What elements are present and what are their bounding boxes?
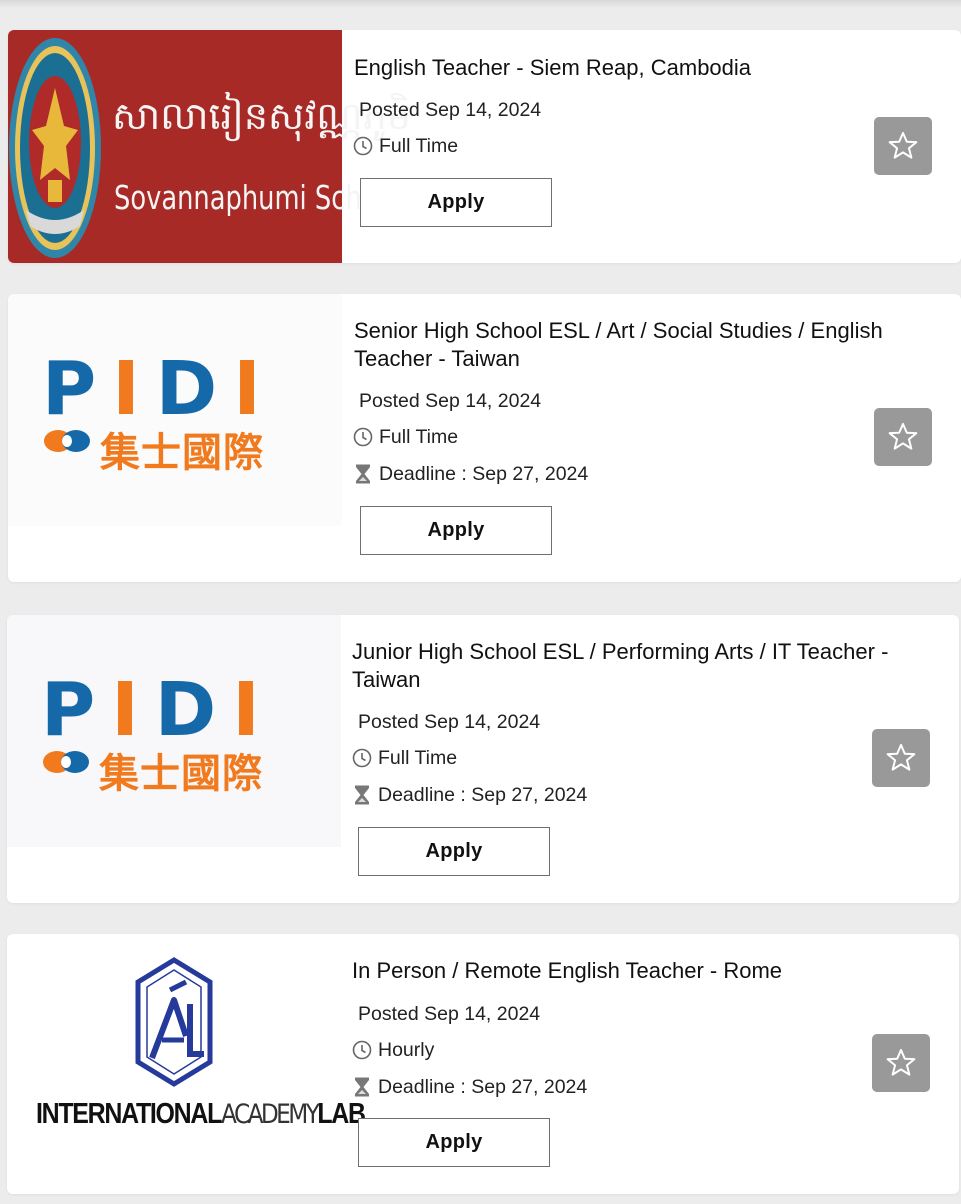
- pidi-letter-p: P: [41, 667, 96, 753]
- apply-button[interactable]: Apply: [358, 827, 550, 876]
- hourglass-icon: [355, 1077, 369, 1097]
- deadline: Deadline : Sep 27, 2024: [352, 783, 587, 807]
- favorite-button[interactable]: [872, 1034, 930, 1092]
- pidi-letter-p: P: [42, 346, 97, 432]
- clock-icon: [352, 748, 372, 768]
- job-title[interactable]: Senior High School ESL / Art / Social St…: [354, 317, 944, 373]
- pidi-letter-i: I: [233, 346, 261, 432]
- favorite-button[interactable]: [874, 408, 932, 466]
- job-title[interactable]: English Teacher - Siem Reap, Cambodia: [354, 54, 944, 82]
- hourglass-icon: [355, 785, 369, 805]
- school-name-text: Sovannaphumi School: [114, 178, 401, 217]
- deadline: Deadline : Sep 27, 2024: [353, 462, 588, 486]
- job-type: Full Time: [353, 425, 458, 449]
- clock-icon: [353, 136, 373, 156]
- sovannaphumi-logo: សាលារៀនសុវណ្ណភូមិ Sovannaphumi School: [8, 30, 411, 263]
- apply-button[interactable]: Apply: [358, 1118, 550, 1167]
- pidi-logo: P I D I 集士國際: [7, 615, 341, 847]
- job-type: Full Time: [353, 134, 458, 158]
- star-outline-icon: [888, 131, 918, 159]
- posted-date: Posted Sep 14, 2024: [359, 99, 542, 121]
- job-type: Full Time: [352, 746, 457, 770]
- clock-icon: [353, 427, 373, 447]
- pidi-chinese-name: 集士國際: [100, 430, 264, 476]
- pidi-emblem-icon: [44, 430, 90, 452]
- pidi-logo: P I D I 集士國際: [8, 294, 342, 526]
- job-type: Hourly: [352, 1038, 434, 1062]
- ial-hexagon-icon: [135, 957, 213, 1087]
- clock-icon: [352, 1040, 372, 1060]
- posted-date: Posted Sep 14, 2024: [358, 1003, 541, 1025]
- pidi-letter-i: I: [112, 346, 140, 432]
- ial-logo: INTERNATIONALACADEMYLAB: [7, 934, 366, 1194]
- favorite-button[interactable]: [872, 729, 930, 787]
- pidi-chinese-name: 集士國際: [99, 751, 263, 797]
- ial-wordmark: INTERNATIONALACADEMYLAB: [36, 1098, 366, 1130]
- apply-button[interactable]: Apply: [360, 506, 552, 555]
- top-shadow-strip: [0, 0, 961, 8]
- job-card: INTERNATIONALACADEMYLAB In Person / Remo…: [7, 934, 959, 1194]
- job-title[interactable]: Junior High School ESL / Performing Arts…: [352, 638, 942, 694]
- job-card: P I D I 集士國際 Senior High School ESL / Ar…: [8, 294, 961, 582]
- job-card: សាលារៀនសុវណ្ណភូមិ Sovannaphumi School En…: [8, 30, 961, 263]
- star-outline-icon: [888, 422, 918, 450]
- pidi-letter-i: I: [111, 667, 139, 753]
- job-title[interactable]: In Person / Remote English Teacher - Rom…: [352, 957, 942, 985]
- pidi-letter-d: D: [155, 346, 218, 432]
- posted-date: Posted Sep 14, 2024: [358, 711, 541, 733]
- pidi-letter-d: D: [154, 667, 217, 753]
- pidi-emblem-icon: [43, 751, 89, 773]
- pidi-letter-i: I: [232, 667, 260, 753]
- posted-date: Posted Sep 14, 2024: [359, 390, 542, 412]
- hourglass-icon: [356, 464, 370, 484]
- star-outline-icon: [886, 1048, 916, 1076]
- deadline: Deadline : Sep 27, 2024: [352, 1075, 587, 1099]
- favorite-button[interactable]: [874, 117, 932, 175]
- apply-button[interactable]: Apply: [360, 178, 552, 227]
- star-outline-icon: [886, 743, 916, 771]
- job-card: P I D I 集士國際 Junior High School ESL / Pe…: [7, 615, 959, 903]
